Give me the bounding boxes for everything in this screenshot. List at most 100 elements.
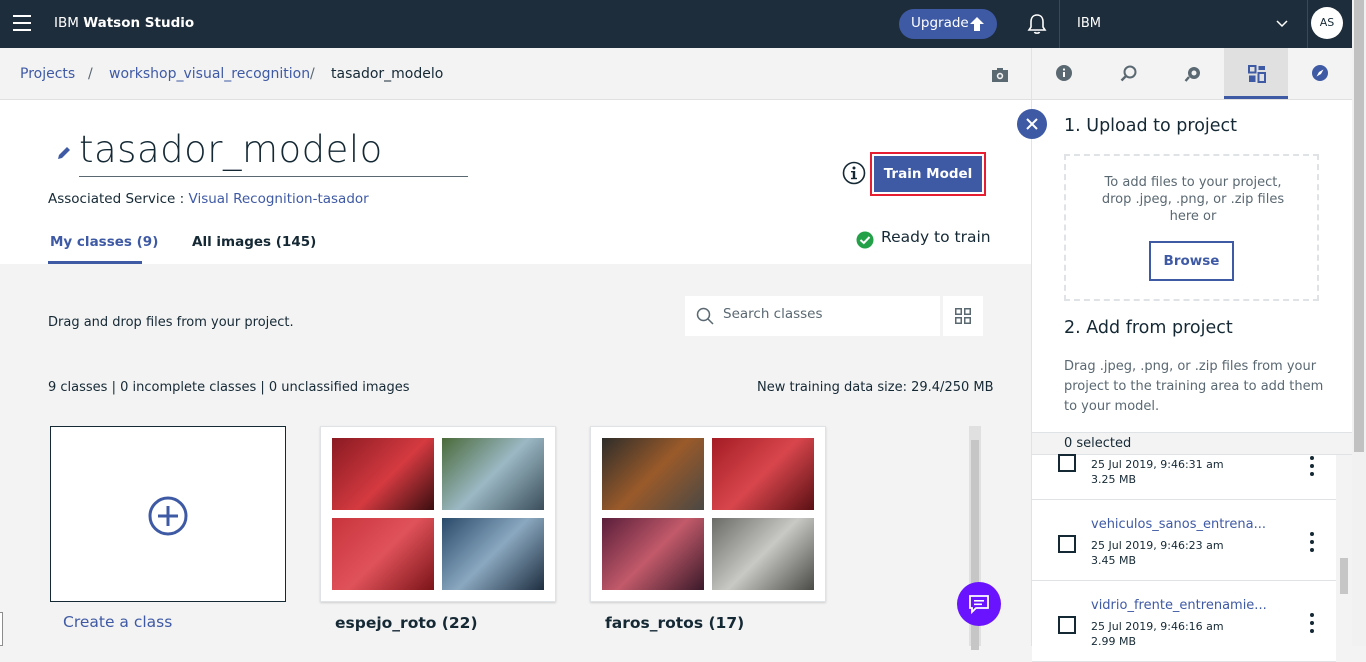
selected-count: 0 selected xyxy=(1032,432,1352,455)
brand-name: Watson Studio xyxy=(83,15,195,31)
find-icon xyxy=(1120,65,1137,82)
file-date: 25 Jul 2019, 9:46:16 am xyxy=(1091,620,1224,633)
upgrade-label: Upgrade xyxy=(911,15,969,31)
account-switcher[interactable]: IBM xyxy=(1077,16,1101,31)
chat-button[interactable] xyxy=(957,582,1001,626)
file-name-link[interactable]: vehiculos_sanos_entrena... xyxy=(1091,517,1266,532)
class-stats: 9 classes | 0 incomplete classes | 0 unc… xyxy=(48,380,410,395)
add-from-project-heading: 2. Add from project xyxy=(1064,318,1233,338)
search-icon xyxy=(696,307,714,325)
class-thumbnail xyxy=(602,518,704,590)
file-checkbox[interactable] xyxy=(1058,616,1076,634)
class-thumbnail xyxy=(332,438,434,510)
file-checkbox[interactable] xyxy=(1058,535,1076,553)
drag-instructions: Drag and drop files from your project. xyxy=(48,315,294,330)
grid-view-icon xyxy=(955,308,971,324)
class-thumbnail xyxy=(332,518,434,590)
browse-button[interactable]: Browse xyxy=(1149,241,1234,281)
file-size: 3.45 MB xyxy=(1091,554,1137,567)
list-item[interactable]: vehiculos_sanos_entrena... 25 Jul 2019, … xyxy=(1032,500,1336,581)
chat-icon xyxy=(969,595,989,614)
status-text: Ready to train xyxy=(881,228,991,246)
class-thumbnail xyxy=(712,518,814,590)
overflow-menu-icon[interactable] xyxy=(1310,456,1316,480)
list-item[interactable]: 25 Jul 2019, 9:46:31 am 3.25 MB xyxy=(1032,454,1336,500)
class-name[interactable]: espejo_roto (22) xyxy=(335,614,478,632)
notification-bell-icon[interactable] xyxy=(1027,13,1047,35)
info-icon[interactable] xyxy=(842,161,866,185)
breadcrumb-project[interactable]: workshop_visual_recognition xyxy=(109,66,310,82)
status-badge: Ready to train xyxy=(856,228,991,249)
train-model-button[interactable]: Train Model xyxy=(874,156,982,192)
panel-tabs xyxy=(1032,48,1353,100)
model-header: tasador_modelo Associated Service : Visu… xyxy=(0,100,1031,264)
list-item[interactable]: vidrio_frente_entrenamie... 25 Jul 2019,… xyxy=(1032,581,1336,662)
community-icon xyxy=(1184,67,1200,82)
class-thumbnail xyxy=(712,438,814,510)
search-classes-input[interactable] xyxy=(723,306,923,322)
tab-all-images[interactable]: All images (145) xyxy=(192,234,316,250)
topbar-divider xyxy=(1307,0,1308,48)
scrollbar-thumb[interactable] xyxy=(1340,558,1348,594)
active-tab-indicator xyxy=(48,261,142,264)
file-name-link[interactable]: vidrio_frente_entrenamie... xyxy=(1091,598,1267,613)
add-circle-icon xyxy=(148,496,188,536)
training-data-size: New training data size: 29.4/250 MB xyxy=(757,380,994,395)
camera-icon[interactable] xyxy=(991,67,1009,83)
tab-explore[interactable] xyxy=(1288,48,1352,99)
file-date: 25 Jul 2019, 9:46:31 am xyxy=(1091,458,1224,471)
create-class-card[interactable] xyxy=(50,426,286,602)
associated-service-link[interactable]: Visual Recognition-tasador xyxy=(189,191,369,207)
hamburger-menu-icon[interactable] xyxy=(13,15,31,31)
class-card[interactable] xyxy=(320,426,556,602)
close-icon xyxy=(1026,118,1038,130)
upgrade-arrow-icon xyxy=(970,17,984,31)
class-thumbnail xyxy=(602,438,704,510)
topbar-divider xyxy=(1059,0,1060,48)
brand-prefix: IBM xyxy=(54,15,84,31)
checkmark-circle-icon xyxy=(856,231,874,249)
file-date: 25 Jul 2019, 9:46:23 am xyxy=(1091,539,1224,552)
edit-pencil-icon[interactable] xyxy=(56,145,72,161)
collapsed-panel-handle[interactable] xyxy=(0,612,3,646)
data-assets-icon xyxy=(1248,65,1266,83)
breadcrumb-current: tasador_modelo xyxy=(331,66,444,82)
class-thumbnail xyxy=(442,518,544,590)
class-card[interactable] xyxy=(590,426,826,602)
tab-my-classes[interactable]: My classes (9) xyxy=(50,234,158,250)
overflow-menu-icon[interactable] xyxy=(1310,532,1316,556)
add-from-project-description: Drag .jpeg, .png, or .zip files from you… xyxy=(1064,359,1324,414)
tab-community[interactable] xyxy=(1160,48,1224,99)
class-name[interactable]: faros_rotos (17) xyxy=(605,614,744,632)
breadcrumb-projects[interactable]: Projects xyxy=(20,66,75,82)
model-title[interactable]: tasador_modelo xyxy=(79,128,468,177)
upgrade-button[interactable]: Upgrade xyxy=(899,9,997,39)
tab-info[interactable] xyxy=(1032,48,1096,99)
info-circle-icon xyxy=(1056,65,1072,81)
scrollbar-thumb[interactable] xyxy=(1354,0,1364,452)
file-size: 3.25 MB xyxy=(1091,473,1137,486)
breadcrumb: Projects / workshop_visual_recognition /… xyxy=(0,48,1031,100)
file-checkbox[interactable] xyxy=(1058,454,1076,472)
app-title[interactable]: IBM Watson Studio xyxy=(54,15,194,31)
breadcrumb-separator: / xyxy=(88,66,93,82)
chevron-down-icon[interactable] xyxy=(1276,17,1288,29)
avatar[interactable]: AS xyxy=(1311,7,1343,39)
associated-service-label: Associated Service : xyxy=(48,191,189,207)
top-bar: IBM Watson Studio Upgrade IBM AS xyxy=(0,0,1366,48)
tab-data-assets[interactable] xyxy=(1224,48,1288,99)
page-scrollbar[interactable] xyxy=(1352,0,1366,646)
search-box xyxy=(685,296,940,336)
grid-view-toggle[interactable] xyxy=(943,296,983,336)
overflow-menu-icon[interactable] xyxy=(1310,613,1316,637)
tab-search-assets[interactable] xyxy=(1096,48,1160,99)
dropzone-text: To add files to your project, drop .jpeg… xyxy=(1101,175,1285,224)
create-class-link[interactable]: Create a class xyxy=(63,613,172,631)
class-thumbnail xyxy=(442,438,544,510)
train-model-highlight: Train Model xyxy=(870,152,986,196)
file-size: 2.99 MB xyxy=(1091,635,1137,648)
compass-icon xyxy=(1312,65,1328,81)
breadcrumb-separator: / xyxy=(310,66,315,82)
file-list-scrollbar[interactable] xyxy=(1336,455,1352,646)
close-panel-button[interactable] xyxy=(1017,109,1047,139)
